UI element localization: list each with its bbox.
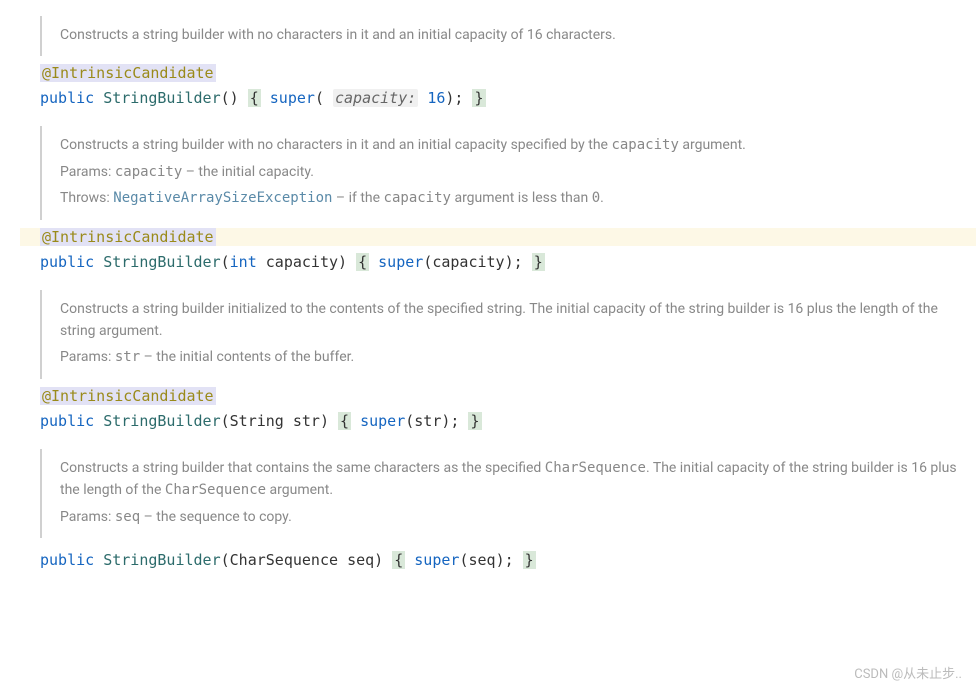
javadoc-description: Constructs a string builder initialized … (60, 298, 966, 343)
param-type: String (230, 412, 284, 430)
annotation: @IntrinsicCandidate (40, 228, 216, 246)
keyword-super: super (414, 551, 459, 569)
code-viewer: Constructs a string builder with no char… (0, 0, 976, 596)
mono-text: capacity (611, 137, 678, 153)
keyword-super: super (378, 253, 423, 271)
code-line[interactable]: public StringBuilder() { super( capacity… (20, 84, 976, 112)
javadoc-description: Constructs a string builder with no char… (60, 134, 966, 156)
javadoc-params: Params: capacity – the initial capacity. (60, 161, 966, 183)
open-brace: { (356, 253, 369, 271)
number-literal: 16 (427, 89, 445, 107)
code-line[interactable]: public StringBuilder(CharSequence seq) {… (20, 546, 976, 574)
exception-link[interactable]: NegativeArraySizeException (113, 190, 332, 206)
code-line[interactable]: public StringBuilder(int capacity) { sup… (20, 248, 976, 276)
javadoc-description: Constructs a string builder that contain… (60, 457, 966, 502)
keyword-public: public (40, 89, 94, 107)
javadoc-block: Constructs a string builder with no char… (40, 126, 976, 219)
javadoc-block: Constructs a string builder initialized … (40, 290, 976, 379)
code-line[interactable]: public StringBuilder(String str) { super… (20, 407, 976, 435)
param-name: seq (347, 551, 374, 569)
method-block: Constructs a string builder initialized … (20, 290, 976, 435)
param-name: str (293, 412, 320, 430)
param-name: seq (115, 509, 140, 525)
annotation: @IntrinsicCandidate (40, 387, 216, 405)
method-block: Constructs a string builder with no char… (20, 126, 976, 275)
open-brace: { (248, 89, 261, 107)
keyword-public: public (40, 412, 94, 430)
javadoc-description: Constructs a string builder with no char… (60, 24, 966, 46)
keyword-super: super (270, 89, 315, 107)
annotation-row: @IntrinsicCandidate (20, 387, 976, 405)
highlighted-annotation-row: @IntrinsicCandidate (20, 228, 976, 246)
mono-text: CharSequence (545, 460, 646, 476)
param-name: str (115, 349, 140, 365)
type-name: StringBuilder (103, 253, 220, 271)
javadoc-throws: Throws: NegativeArraySizeException – if … (60, 187, 966, 209)
javadoc-block: Constructs a string builder with no char… (40, 16, 976, 56)
close-brace: } (532, 253, 545, 271)
watermark: CSDN @从未止步.. (854, 663, 962, 682)
inline-hint: capacity: (333, 89, 418, 107)
param-name: capacity (266, 253, 338, 271)
close-brace: } (468, 412, 481, 430)
keyword-super: super (360, 412, 405, 430)
close-brace: } (472, 89, 485, 107)
type-name: StringBuilder (103, 412, 220, 430)
javadoc-params: Params: seq – the sequence to copy. (60, 506, 966, 528)
argument: capacity (432, 253, 504, 271)
annotation: @IntrinsicCandidate (40, 64, 216, 82)
argument: seq (468, 551, 495, 569)
argument: str (414, 412, 441, 430)
close-brace: } (523, 551, 536, 569)
annotation-row: @IntrinsicCandidate (20, 64, 976, 82)
open-brace: { (338, 412, 351, 430)
method-block: Constructs a string builder that contain… (20, 449, 976, 574)
keyword-public: public (40, 253, 94, 271)
method-block: Constructs a string builder with no char… (20, 16, 976, 112)
type-name: StringBuilder (103, 551, 220, 569)
javadoc-params: Params: str – the initial contents of th… (60, 346, 966, 368)
javadoc-block: Constructs a string builder that contain… (40, 449, 976, 538)
mono-text: CharSequence (165, 482, 266, 498)
keyword-public: public (40, 551, 94, 569)
param-type: int (230, 253, 257, 271)
param-name: capacity (115, 164, 182, 180)
type-name: StringBuilder (103, 89, 220, 107)
parens: () (221, 89, 239, 107)
param-type: CharSequence (230, 551, 338, 569)
open-brace: { (392, 551, 405, 569)
